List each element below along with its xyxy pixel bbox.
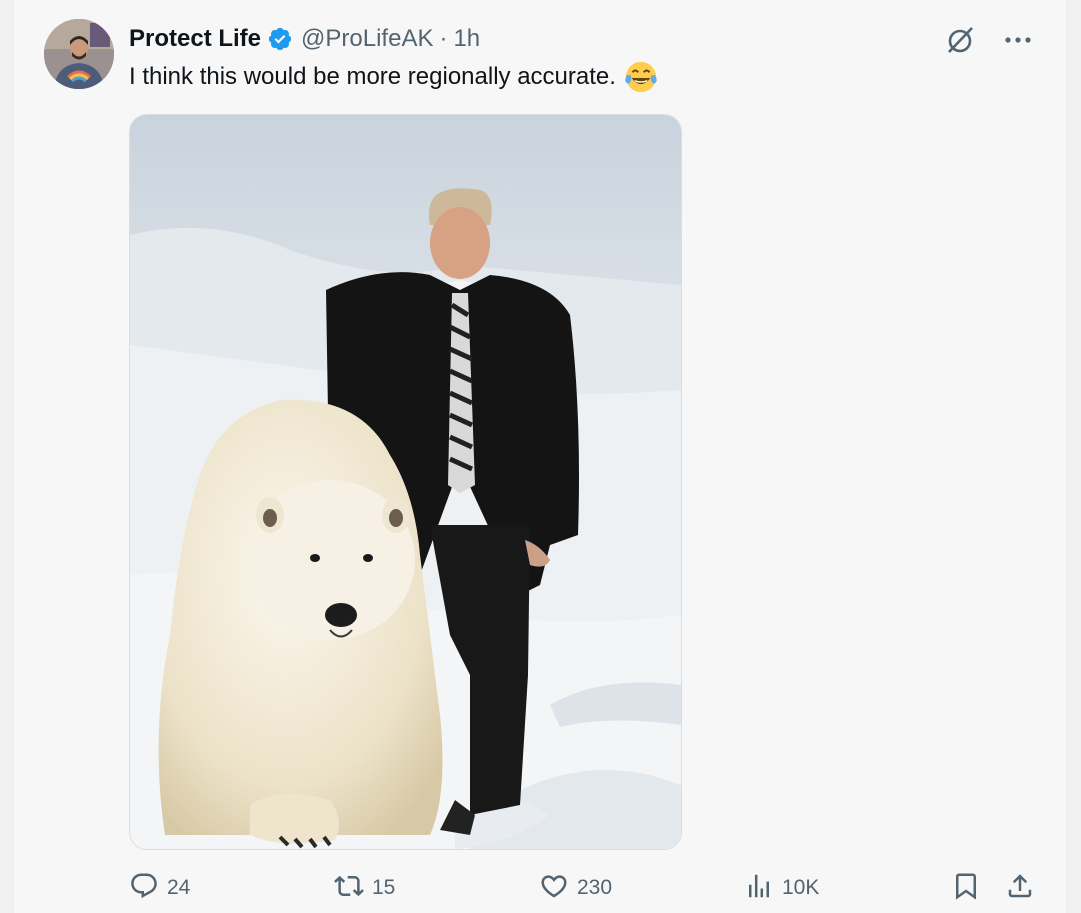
like-button[interactable]: 230 (539, 866, 612, 910)
post-timestamp[interactable]: 1h (453, 25, 480, 53)
verified-badge-icon[interactable] (267, 26, 293, 52)
repost-count: 15 (372, 876, 396, 899)
views-button[interactable]: 10K (744, 866, 819, 910)
heart-icon (539, 871, 569, 906)
like-count: 230 (577, 876, 613, 899)
share-icon (1005, 871, 1035, 906)
author-avatar[interactable] (44, 19, 114, 89)
reply-icon (129, 871, 159, 906)
author-display-name[interactable]: Protect Life (129, 25, 261, 53)
share-button[interactable] (1005, 866, 1035, 910)
more-icon[interactable] (998, 20, 1038, 60)
reply-count: 24 (167, 876, 191, 899)
grok-icon[interactable] (940, 20, 980, 60)
photo-polar-bear-snow (130, 115, 681, 849)
tears-of-joy-emoji-icon (624, 60, 658, 94)
post-top-actions (940, 20, 1038, 60)
avatar-image (44, 19, 114, 89)
views-icon (744, 871, 774, 906)
post-text-row: I think this would be more regionally ac… (129, 60, 658, 94)
views-count: 10K (782, 876, 820, 899)
author-handle[interactable]: @ProLifeAK (301, 25, 433, 53)
post-action-bar: 24 15 230 10K (129, 866, 1039, 910)
bookmark-button[interactable] (951, 866, 981, 910)
repost-icon (334, 871, 364, 906)
post-card[interactable]: Protect Life @ProLifeAK · 1h I think thi… (14, 0, 1066, 913)
bookmark-icon (951, 871, 981, 906)
separator-dot: · (439, 25, 448, 52)
post-text: I think this would be more regionally ac… (129, 63, 616, 90)
repost-button[interactable]: 15 (334, 866, 395, 910)
reply-button[interactable]: 24 (129, 866, 190, 910)
post-media-image[interactable] (129, 114, 682, 850)
author-row: Protect Life @ProLifeAK · 1h (129, 24, 480, 54)
